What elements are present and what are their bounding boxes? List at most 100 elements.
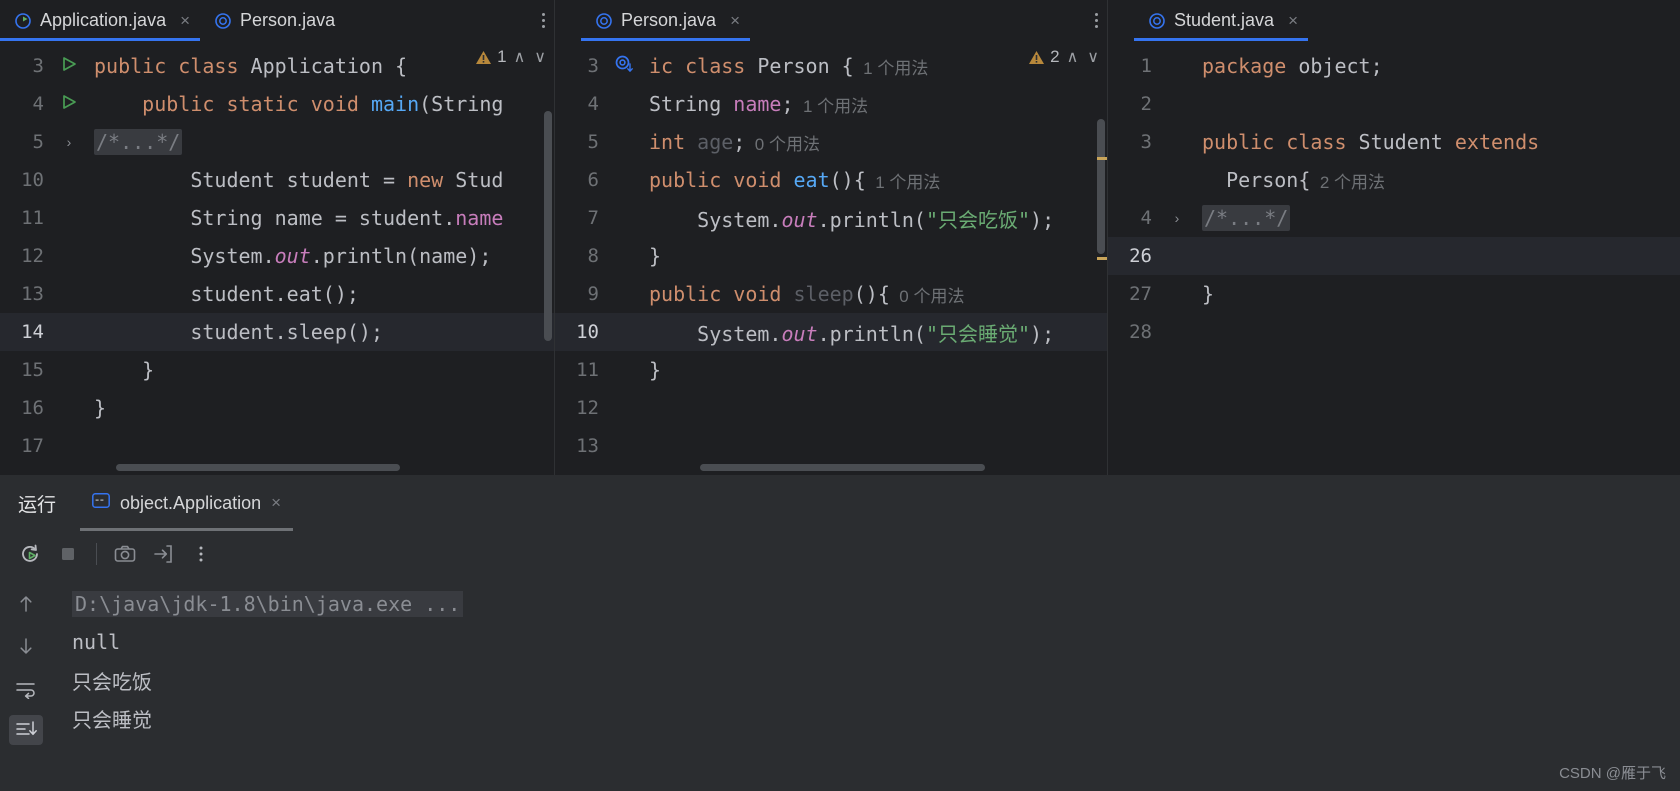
arrow-into-box-icon[interactable]: [145, 536, 181, 572]
editor-tab-group-2: Person.java ×: [555, 0, 1108, 41]
next-problem-icon[interactable]: ∨: [532, 47, 548, 67]
code-line[interactable]: 13: [555, 427, 1107, 465]
code-text: /*...*/: [94, 129, 183, 155]
error-stripe-mark[interactable]: [1097, 257, 1107, 260]
usage-hint[interactable]: 1 个用法: [854, 54, 928, 79]
toolbar-separator: [96, 543, 97, 565]
run-tab-object-application[interactable]: object.Application ×: [80, 475, 294, 531]
code-line[interactable]: 4 public static void main(String: [0, 85, 554, 123]
warning-triangle-icon[interactable]: [475, 49, 492, 66]
more-options-icon[interactable]: [1085, 0, 1107, 41]
horizontal-scrollbar-2[interactable]: [700, 464, 985, 471]
code-line[interactable]: 5 › /*...*/: [0, 123, 554, 161]
editor-pane-application[interactable]: 1 ∧ ∨ 3 public class Application {4 publi…: [0, 41, 555, 475]
code-line[interactable]: 10 Student student = new Stud: [0, 161, 554, 199]
rerun-icon[interactable]: [12, 536, 48, 572]
close-icon[interactable]: ×: [271, 493, 281, 513]
code-line[interactable]: 26: [1108, 237, 1680, 275]
code-line[interactable]: 6 public void eat(){ 1 个用法: [555, 161, 1107, 199]
tab-application-java[interactable]: Application.java ×: [0, 0, 201, 41]
code-line[interactable]: 13 student.eat();: [0, 275, 554, 313]
console-output[interactable]: D:\java\jdk-1.8\bin\java.exe ... null 只会吃饭…: [52, 577, 1680, 791]
usage-hint[interactable]: 2 个用法: [1310, 168, 1385, 193]
prev-problem-icon[interactable]: ∧: [1065, 47, 1081, 67]
code-lines-3: 1 package object; 2 3 public class Student e…: [1108, 41, 1680, 351]
tab-person-java-g1[interactable]: Person.java: [200, 0, 345, 41]
run-method-icon[interactable]: [60, 93, 78, 116]
code-line[interactable]: Person{ 2 个用法: [1108, 161, 1680, 199]
horizontal-scrollbar-1[interactable]: [116, 464, 400, 471]
code-line[interactable]: 8}: [555, 237, 1107, 275]
code-line[interactable]: 11 String name = student.name: [0, 199, 554, 237]
code-line[interactable]: 4 › /*...*/: [1108, 199, 1680, 237]
scroll-to-end-icon[interactable]: [9, 715, 43, 745]
fold-arrow-icon[interactable]: ›: [1175, 210, 1180, 226]
editor-split-area: 1 ∧ ∨ 3 public class Application {4 publi…: [0, 41, 1680, 475]
vertical-scrollbar-1[interactable]: [544, 111, 552, 341]
usage-hint[interactable]: 0 个用法: [745, 130, 820, 155]
arrow-down-icon[interactable]: [9, 631, 43, 661]
code-line[interactable]: 15 }: [0, 351, 554, 389]
tab-person-java-g2[interactable]: Person.java ×: [581, 0, 750, 41]
code-text: public void sleep(){: [649, 282, 890, 306]
tab-label: Application.java: [40, 10, 167, 30]
prev-problem-icon[interactable]: ∧: [512, 47, 528, 67]
line-number: 5: [32, 131, 44, 153]
code-line[interactable]: 12: [555, 389, 1107, 427]
tab-label: Person.java: [240, 10, 336, 30]
code-line[interactable]: 28: [1108, 313, 1680, 351]
line-number: 3: [587, 55, 599, 77]
camera-icon[interactable]: [107, 536, 143, 572]
code-line[interactable]: 11}: [555, 351, 1107, 389]
code-line[interactable]: 16}: [0, 389, 554, 427]
code-text: ic class Person {: [649, 54, 854, 78]
console-text: 只会睡觉: [72, 707, 152, 732]
code-line[interactable]: 3 ic class Person { 1 个用法: [555, 47, 1107, 85]
more-options-icon[interactable]: [532, 0, 554, 41]
console-text: 只会吃饭: [72, 669, 152, 694]
editor-pane-person[interactable]: 2 ∧ ∨ 3 ic class Person { 1 个用法 4 String na…: [555, 41, 1108, 475]
code-line[interactable]: 12 System.out.println(name);: [0, 237, 554, 275]
code-line[interactable]: 7 System.out.println("只会吃饭");: [555, 199, 1107, 237]
code-line[interactable]: 2: [1108, 85, 1680, 123]
vertical-scrollbar-2[interactable]: [1097, 119, 1105, 254]
code-line[interactable]: 10 System.out.println("只会睡觉");: [555, 313, 1107, 351]
usage-hint[interactable]: 0 个用法: [890, 282, 964, 307]
close-icon[interactable]: ×: [180, 12, 190, 29]
code-text: }: [649, 358, 662, 382]
code-text: student.sleep();: [94, 320, 383, 344]
code-line[interactable]: 17: [0, 427, 554, 465]
usage-hint[interactable]: 1 个用法: [794, 92, 868, 117]
console-command-path: D:\java\jdk-1.8\bin\java.exe ...: [72, 591, 464, 617]
code-line[interactable]: 9 public void sleep(){ 0 个用法: [555, 275, 1107, 313]
more-options-icon[interactable]: [183, 536, 219, 572]
stop-square-icon[interactable]: [50, 536, 86, 572]
code-line[interactable]: 3 public class Application {: [0, 47, 554, 85]
code-text: public static void main(String: [94, 92, 504, 116]
usage-hint[interactable]: 1 个用法: [866, 168, 940, 193]
run-class-icon[interactable]: [60, 55, 78, 78]
code-line[interactable]: 3 public class Student extends: [1108, 123, 1680, 161]
editor-tab-group-3: Student.java ×: [1108, 0, 1680, 41]
line-number: 12: [576, 397, 599, 419]
arrow-up-icon[interactable]: [9, 589, 43, 619]
code-line[interactable]: 1 package object;: [1108, 47, 1680, 85]
close-icon[interactable]: ×: [730, 12, 740, 29]
next-problem-icon[interactable]: ∨: [1085, 47, 1101, 67]
error-stripe-mark[interactable]: [1097, 157, 1107, 160]
watermark: CSDN @雁于飞: [1559, 765, 1666, 782]
fold-arrow-icon[interactable]: ›: [67, 134, 72, 150]
editor-pane-student[interactable]: 1 package object; 2 3 public class Student e…: [1108, 41, 1680, 475]
code-line[interactable]: 5 int age; 0 个用法: [555, 123, 1107, 161]
implemented-by-icon[interactable]: [614, 54, 634, 79]
code-line[interactable]: 14 student.sleep();: [0, 313, 554, 351]
line-number: 14: [21, 321, 44, 343]
warning-triangle-icon[interactable]: [1028, 49, 1045, 66]
code-lines-2: 3 ic class Person { 1 个用法 4 String name; 1 …: [555, 41, 1107, 465]
run-toolbar: [0, 531, 1680, 577]
close-icon[interactable]: ×: [1288, 12, 1298, 29]
tab-student-java[interactable]: Student.java ×: [1134, 0, 1309, 41]
soft-wrap-icon[interactable]: [9, 673, 43, 703]
code-line[interactable]: 4 String name; 1 个用法: [555, 85, 1107, 123]
code-line[interactable]: 27}: [1108, 275, 1680, 313]
